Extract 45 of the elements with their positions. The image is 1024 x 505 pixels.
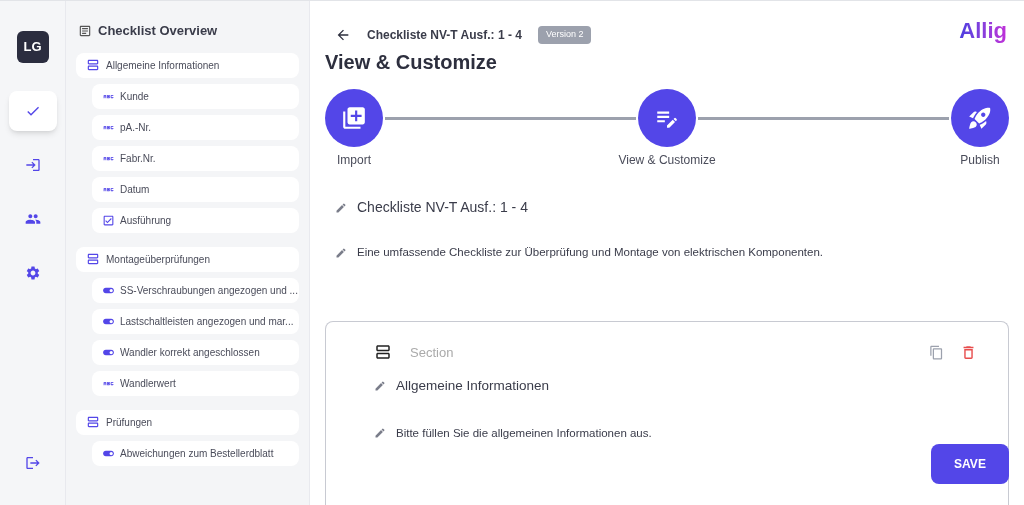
tree-field-item[interactable]: Kunde <box>92 83 299 109</box>
tree-section-item[interactable]: Montageüberprüfungen <box>76 246 299 272</box>
checkbox-icon <box>102 213 115 227</box>
version-badge: Version 2 <box>537 26 592 44</box>
section-description-field[interactable]: Bitte füllen Sie die allgemeinen Informationen aus. <box>396 424 652 442</box>
section-type-field[interactable]: Section <box>410 342 610 362</box>
section-icon <box>86 252 100 266</box>
user-avatar: LG <box>16 31 49 63</box>
pencil-icon <box>374 427 386 440</box>
back-arrow-icon <box>335 27 351 43</box>
tree-field-item[interactable]: Datum <box>92 176 299 202</box>
checklist-name-field[interactable]: Checkliste NV-T Ausf.: 1 - 4 <box>357 197 528 218</box>
pencil-icon <box>335 201 347 214</box>
tree-field-item[interactable]: Ausführung <box>92 207 299 233</box>
tree-field-item[interactable]: Wandler korrekt angeschlossen <box>92 339 299 365</box>
document-icon <box>78 23 92 38</box>
page-heading: View & Customize <box>325 50 498 75</box>
settings-icon <box>24 265 41 281</box>
tree-field-item[interactable]: pA.-Nr. <box>92 114 299 140</box>
section-icon <box>86 58 100 72</box>
logout-icon <box>24 455 41 471</box>
overview-title: Checklist Overview <box>98 22 218 40</box>
login-icon <box>24 157 41 173</box>
tree-field-item[interactable]: Lastschaltleisten angezogen und mar... <box>92 308 299 334</box>
tree-field-item[interactable]: SS-Verschraubungen angezogen und ... <box>92 277 299 303</box>
pencil-icon <box>374 380 386 393</box>
section-icon <box>374 343 392 362</box>
tree-field-item[interactable]: Fabr.Nr. <box>92 145 299 171</box>
pencil-icon <box>335 246 347 259</box>
step-label: Publish <box>960 152 1000 169</box>
rocket-icon <box>967 105 993 131</box>
save-button[interactable]: SAVE <box>931 443 1009 484</box>
users-icon <box>24 211 41 227</box>
section-icon <box>86 415 100 429</box>
add-library-icon <box>341 105 367 131</box>
checklist-title: Checkliste NV-T Ausf.: 1 - 4 <box>367 27 522 44</box>
tree-field-item[interactable]: Abweichungen zum Bestellerdblatt <box>92 440 299 466</box>
copy-icon <box>928 344 944 360</box>
step-label: Import <box>337 152 371 169</box>
tree-section-item[interactable]: Allgemeine Informationen <box>76 52 299 78</box>
tree-field-item[interactable]: Wandlerwert <box>92 370 299 396</box>
section-title-field[interactable]: Allgemeine Informationen <box>396 376 550 397</box>
tree-section-item[interactable]: Prüfungen <box>76 409 299 435</box>
step-label: View & Customize <box>618 152 716 169</box>
checklist-description-field[interactable]: Eine umfassende Checkliste zur Überprüfung und Montage von elektrischen Komponenten. <box>357 244 824 262</box>
